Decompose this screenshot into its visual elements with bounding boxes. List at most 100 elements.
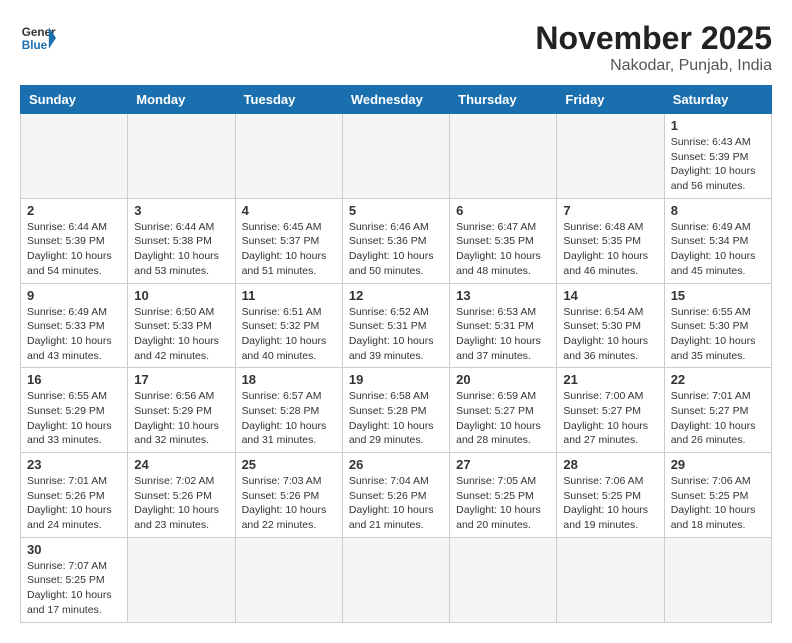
calendar-cell [450, 114, 557, 199]
day-number: 12 [349, 288, 443, 303]
calendar-cell: 6 Sunrise: 6:47 AM Sunset: 5:35 PM Daylig… [450, 198, 557, 283]
calendar-week-4: 23 Sunrise: 7:01 AM Sunset: 5:26 PM Dayli… [21, 453, 772, 538]
day-info: Sunrise: 6:47 AM Sunset: 5:35 PM Dayligh… [456, 220, 550, 279]
day-info: Sunrise: 6:48 AM Sunset: 5:35 PM Dayligh… [563, 220, 657, 279]
calendar-cell: 14 Sunrise: 6:54 AM Sunset: 5:30 PM Dayli… [557, 283, 664, 368]
day-number: 30 [27, 542, 121, 557]
weekday-row: SundayMondayTuesdayWednesdayThursdayFrid… [21, 86, 772, 114]
calendar-cell [342, 114, 449, 199]
weekday-header-sunday: Sunday [21, 86, 128, 114]
calendar-cell [557, 114, 664, 199]
calendar-cell [128, 114, 235, 199]
calendar-cell [235, 114, 342, 199]
calendar-cell: 4Sunrise: 6:45 AM Sunset: 5:37 PM Daylig… [235, 198, 342, 283]
day-info: Sunrise: 6:50 AM Sunset: 5:33 PM Dayligh… [134, 305, 228, 364]
calendar-cell: 8 Sunrise: 6:49 AM Sunset: 5:34 PM Daylig… [664, 198, 771, 283]
calendar-cell [664, 537, 771, 622]
calendar-cell: 1 Sunrise: 6:43 AM Sunset: 5:39 PM Daylig… [664, 114, 771, 199]
day-info: Sunrise: 7:01 AM Sunset: 5:27 PM Dayligh… [671, 389, 765, 448]
day-info: Sunrise: 6:55 AM Sunset: 5:30 PM Dayligh… [671, 305, 765, 364]
day-number: 14 [563, 288, 657, 303]
day-info: Sunrise: 6:49 AM Sunset: 5:34 PM Dayligh… [671, 220, 765, 279]
day-info: Sunrise: 7:07 AM Sunset: 5:25 PM Dayligh… [27, 559, 121, 618]
calendar-cell: 26 Sunrise: 7:04 AM Sunset: 5:26 PM Dayli… [342, 453, 449, 538]
location: Nakodar, Punjab, India [535, 57, 772, 75]
day-number: 23 [27, 457, 121, 472]
calendar-cell: 18 Sunrise: 6:57 AM Sunset: 5:28 PM Dayli… [235, 368, 342, 453]
svg-text:Blue: Blue [22, 39, 48, 52]
day-info: Sunrise: 6:46 AM Sunset: 5:36 PM Dayligh… [349, 220, 443, 279]
calendar-body: 1 Sunrise: 6:43 AM Sunset: 5:39 PM Daylig… [21, 114, 772, 623]
calendar-cell: 3Sunrise: 6:44 AM Sunset: 5:38 PM Daylig… [128, 198, 235, 283]
day-number: 28 [563, 457, 657, 472]
day-info: Sunrise: 7:06 AM Sunset: 5:25 PM Dayligh… [671, 474, 765, 533]
day-info: Sunrise: 6:52 AM Sunset: 5:31 PM Dayligh… [349, 305, 443, 364]
day-info: Sunrise: 6:54 AM Sunset: 5:30 PM Dayligh… [563, 305, 657, 364]
logo: General Blue [20, 20, 56, 56]
day-number: 9 [27, 288, 121, 303]
weekday-header-friday: Friday [557, 86, 664, 114]
day-number: 8 [671, 203, 765, 218]
day-number: 26 [349, 457, 443, 472]
calendar-week-1: 2 Sunrise: 6:44 AM Sunset: 5:39 PM Daylig… [21, 198, 772, 283]
day-info: Sunrise: 6:57 AM Sunset: 5:28 PM Dayligh… [242, 389, 336, 448]
day-info: Sunrise: 7:03 AM Sunset: 5:26 PM Dayligh… [242, 474, 336, 533]
day-number: 11 [242, 288, 336, 303]
day-number: 2 [27, 203, 121, 218]
day-number: 29 [671, 457, 765, 472]
page-header: General Blue November 2025 Nakodar, Punj… [20, 20, 772, 75]
day-info: Sunrise: 7:05 AM Sunset: 5:25 PM Dayligh… [456, 474, 550, 533]
calendar-cell: 25Sunrise: 7:03 AM Sunset: 5:26 PM Dayli… [235, 453, 342, 538]
calendar-cell: 23 Sunrise: 7:01 AM Sunset: 5:26 PM Dayli… [21, 453, 128, 538]
day-number: 4 [242, 203, 336, 218]
day-info: Sunrise: 6:58 AM Sunset: 5:28 PM Dayligh… [349, 389, 443, 448]
calendar-cell: 17Sunrise: 6:56 AM Sunset: 5:29 PM Dayli… [128, 368, 235, 453]
calendar-week-5: 30 Sunrise: 7:07 AM Sunset: 5:25 PM Dayli… [21, 537, 772, 622]
day-number: 21 [563, 372, 657, 387]
day-info: Sunrise: 7:02 AM Sunset: 5:26 PM Dayligh… [134, 474, 228, 533]
calendar-cell: 20 Sunrise: 6:59 AM Sunset: 5:27 PM Dayli… [450, 368, 557, 453]
calendar-cell: 13Sunrise: 6:53 AM Sunset: 5:31 PM Dayli… [450, 283, 557, 368]
day-number: 22 [671, 372, 765, 387]
day-number: 3 [134, 203, 228, 218]
calendar-cell: 2 Sunrise: 6:44 AM Sunset: 5:39 PM Daylig… [21, 198, 128, 283]
day-number: 27 [456, 457, 550, 472]
calendar-header: SundayMondayTuesdayWednesdayThursdayFrid… [21, 86, 772, 114]
calendar-cell [450, 537, 557, 622]
day-info: Sunrise: 6:49 AM Sunset: 5:33 PM Dayligh… [27, 305, 121, 364]
day-info: Sunrise: 7:01 AM Sunset: 5:26 PM Dayligh… [27, 474, 121, 533]
day-info: Sunrise: 6:43 AM Sunset: 5:39 PM Dayligh… [671, 135, 765, 194]
calendar-cell: 21 Sunrise: 7:00 AM Sunset: 5:27 PM Dayli… [557, 368, 664, 453]
day-number: 10 [134, 288, 228, 303]
calendar-cell: 7 Sunrise: 6:48 AM Sunset: 5:35 PM Daylig… [557, 198, 664, 283]
day-number: 17 [134, 372, 228, 387]
calendar-cell: 11 Sunrise: 6:51 AM Sunset: 5:32 PM Dayli… [235, 283, 342, 368]
day-info: Sunrise: 7:04 AM Sunset: 5:26 PM Dayligh… [349, 474, 443, 533]
day-info: Sunrise: 7:00 AM Sunset: 5:27 PM Dayligh… [563, 389, 657, 448]
calendar-cell: 28 Sunrise: 7:06 AM Sunset: 5:25 PM Dayli… [557, 453, 664, 538]
calendar-cell: 12 Sunrise: 6:52 AM Sunset: 5:31 PM Dayli… [342, 283, 449, 368]
day-number: 18 [242, 372, 336, 387]
day-info: Sunrise: 7:06 AM Sunset: 5:25 PM Dayligh… [563, 474, 657, 533]
calendar-cell: 30 Sunrise: 7:07 AM Sunset: 5:25 PM Dayli… [21, 537, 128, 622]
calendar-cell: 19 Sunrise: 6:58 AM Sunset: 5:28 PM Dayli… [342, 368, 449, 453]
calendar-cell [557, 537, 664, 622]
day-number: 6 [456, 203, 550, 218]
day-number: 5 [349, 203, 443, 218]
day-number: 20 [456, 372, 550, 387]
day-info: Sunrise: 6:51 AM Sunset: 5:32 PM Dayligh… [242, 305, 336, 364]
day-number: 19 [349, 372, 443, 387]
calendar-cell: 5 Sunrise: 6:46 AM Sunset: 5:36 PM Daylig… [342, 198, 449, 283]
day-number: 16 [27, 372, 121, 387]
calendar-cell: 9 Sunrise: 6:49 AM Sunset: 5:33 PM Daylig… [21, 283, 128, 368]
day-info: Sunrise: 6:44 AM Sunset: 5:39 PM Dayligh… [27, 220, 121, 279]
calendar-cell: 16Sunrise: 6:55 AM Sunset: 5:29 PM Dayli… [21, 368, 128, 453]
weekday-header-saturday: Saturday [664, 86, 771, 114]
weekday-header-monday: Monday [128, 86, 235, 114]
title-block: November 2025 Nakodar, Punjab, India [535, 20, 772, 75]
calendar-week-0: 1 Sunrise: 6:43 AM Sunset: 5:39 PM Daylig… [21, 114, 772, 199]
day-number: 1 [671, 118, 765, 133]
day-number: 7 [563, 203, 657, 218]
day-info: Sunrise: 6:59 AM Sunset: 5:27 PM Dayligh… [456, 389, 550, 448]
weekday-header-wednesday: Wednesday [342, 86, 449, 114]
